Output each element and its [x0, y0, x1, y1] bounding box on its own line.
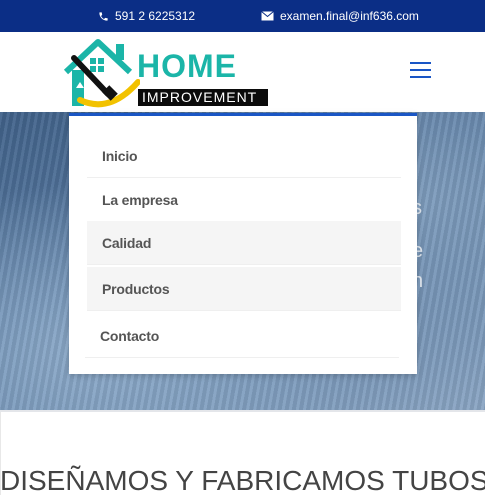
phone-number: 591 2 6225312: [115, 9, 196, 23]
home-improvement-logo[interactable]: HOME IMPROVEMENT: [60, 36, 270, 110]
nav-item-contacto[interactable]: Contacto: [85, 314, 399, 358]
envelope-icon: [261, 11, 274, 21]
nav-item-inicio[interactable]: Inicio: [87, 134, 401, 178]
nav-item-calidad[interactable]: Calidad: [87, 221, 401, 265]
house-brush-icon: [63, 39, 140, 108]
hero-divider: [0, 410, 485, 412]
logo-word-home: HOME: [137, 48, 237, 84]
site-header: HOME IMPROVEMENT: [0, 32, 485, 112]
page-heading: DISEÑAMOS Y FABRICAMOS TUBOS: [0, 465, 485, 495]
nav-item-productos[interactable]: Productos: [87, 267, 401, 311]
email-address: examen.final@inf636.com: [280, 9, 419, 23]
nav-item-la-empresa[interactable]: La empresa: [87, 178, 401, 222]
logo-word-improvement: IMPROVEMENT: [138, 89, 268, 106]
top-contact-bar: 591 2 6225312 examen.final@inf636.com: [0, 0, 485, 32]
mobile-nav-dropdown: Inicio La empresa Calidad Productos Cont…: [69, 113, 417, 374]
phone-contact[interactable]: 591 2 6225312: [98, 9, 195, 23]
hamburger-menu-button[interactable]: [410, 62, 431, 78]
email-contact[interactable]: examen.final@inf636.com: [261, 9, 419, 23]
phone-icon: [98, 11, 109, 22]
